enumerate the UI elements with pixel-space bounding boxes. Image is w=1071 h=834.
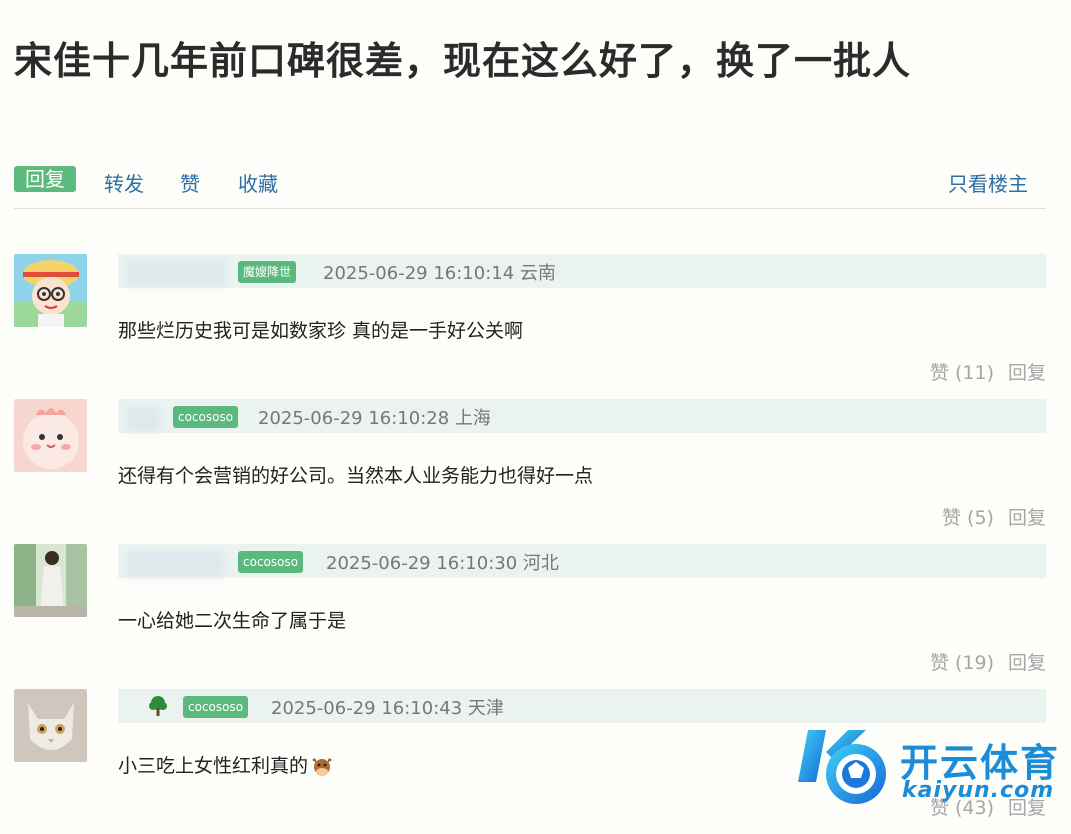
tree-icon <box>149 696 167 716</box>
user-badge: 魔嫂降世 <box>238 261 297 283</box>
comment-footer: 赞 (19) 回复 <box>916 648 1046 675</box>
comment-reply-button[interactable]: 回复 <box>1008 652 1046 674</box>
comment-reply-button[interactable]: 回复 <box>1008 362 1046 384</box>
comment-meta: 魔嫂降世 2025-06-29 16:10:14 云南 <box>118 254 1046 288</box>
comment-text: 一心给她二次生命了属于是 <box>118 610 347 632</box>
comment-text: 那些烂历史我可是如数家珍 真的是一手好公关啊 <box>118 320 524 342</box>
cow-emoji-icon <box>312 757 333 776</box>
comment-like-button[interactable]: 赞 (19) <box>930 652 994 674</box>
watermark-text-en: kaiyun.com <box>902 778 1055 803</box>
comment-item: cocososo 2025-06-29 16:10:30 河北 一心给她二次生命… <box>14 544 1046 689</box>
comment-time: 2025-06-29 16:10:14 云南 <box>323 263 556 284</box>
avatar[interactable] <box>14 254 87 327</box>
comment-like-button[interactable]: 赞 (11) <box>930 362 994 384</box>
user-badge: cocososo <box>173 406 239 428</box>
user-badge: cocososo <box>183 696 249 718</box>
watermark-logo-icon <box>798 730 886 804</box>
favorite-button[interactable]: 收藏 <box>238 168 278 197</box>
avatar[interactable] <box>14 689 87 762</box>
comment-meta: cocososo 2025-06-29 16:10:43 天津 <box>118 689 1046 723</box>
comment-item: cocososo 2025-06-29 16:10:28 上海 还得有个会营销的… <box>14 399 1046 544</box>
user-badge: cocososo <box>238 551 304 573</box>
post-action-bar: 回复 转发 赞 收藏 只看楼主 <box>14 166 1046 209</box>
forward-button[interactable]: 转发 <box>104 168 144 197</box>
username-blurred[interactable] <box>126 261 226 287</box>
avatar[interactable] <box>14 544 87 617</box>
comment-meta: cocososo 2025-06-29 16:10:28 上海 <box>118 399 1046 433</box>
username-blurred[interactable] <box>126 406 160 432</box>
only-op-button[interactable]: 只看楼主 <box>948 168 1028 197</box>
comment-text: 小三吃上女性红利真的 <box>118 755 309 777</box>
comment-text: 还得有个会营销的好公司。当然本人业务能力也得好一点 <box>118 465 594 487</box>
reply-button[interactable]: 回复 <box>14 166 76 192</box>
comment-like-button[interactable]: 赞 (5) <box>942 507 994 529</box>
comment-meta: cocososo 2025-06-29 16:10:30 河北 <box>118 544 1046 578</box>
comment-footer: 赞 (5) 回复 <box>928 503 1046 530</box>
avatar[interactable] <box>14 399 87 472</box>
post-title: 宋佳十几年前口碑很差，现在这么好了，换了一批人 <box>14 39 912 83</box>
watermark: 开云体育 kaiyun.com <box>786 722 1066 822</box>
comment-time: 2025-06-29 16:10:28 上海 <box>258 408 491 429</box>
comment-reply-button[interactable]: 回复 <box>1008 507 1046 529</box>
username-blurred[interactable] <box>126 551 224 577</box>
comment-time: 2025-06-29 16:10:30 河北 <box>326 553 559 574</box>
comment-body: 小三吃上女性红利真的 <box>118 751 334 778</box>
comment-footer: 赞 (11) 回复 <box>916 358 1046 385</box>
like-button[interactable]: 赞 <box>180 168 200 197</box>
comment-item: 魔嫂降世 2025-06-29 16:10:14 云南 那些烂历史我可是如数家珍… <box>14 254 1046 399</box>
comment-time: 2025-06-29 16:10:43 天津 <box>271 698 504 719</box>
